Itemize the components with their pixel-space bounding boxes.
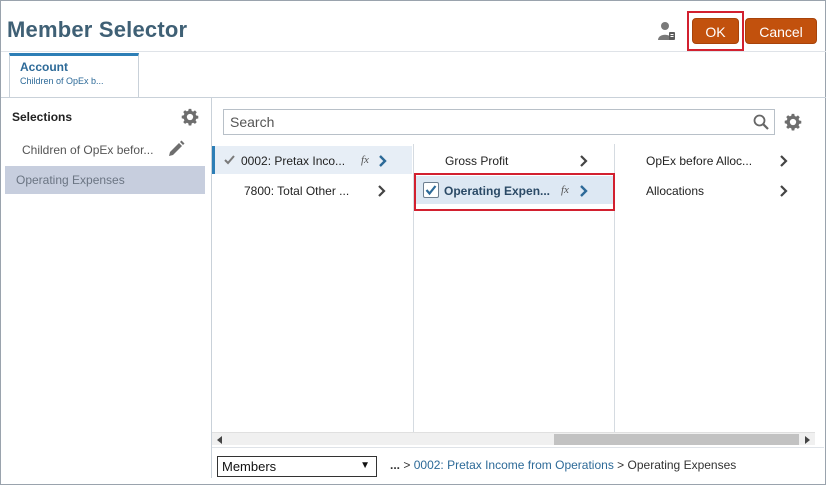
chevron-right-icon[interactable]: [377, 185, 387, 197]
member-label: OpEx before Alloc...: [646, 154, 753, 168]
member-label: Allocations: [646, 184, 705, 198]
gear-icon[interactable]: [181, 108, 199, 126]
breadcrumb-ellipsis[interactable]: ...: [390, 458, 400, 472]
tab-account[interactable]: Account Children of OpEx b...: [9, 53, 139, 97]
checkmark-icon: [224, 155, 235, 165]
member-label: 7800: Total Other ...: [244, 184, 350, 198]
selections-heading: Selections: [12, 110, 73, 124]
member-selector-dialog: Member Selector OK Cancel Account Childr…: [0, 0, 826, 485]
breadcrumb-separator: >: [617, 458, 625, 472]
selection-item[interactable]: Children of OpEx befor...: [22, 143, 153, 157]
member-row[interactable]: Allocations: [615, 176, 815, 204]
members-dropdown-value: Members: [222, 459, 277, 474]
scrollbar-thumb[interactable]: [554, 434, 799, 445]
breadcrumb-link[interactable]: 0002: Pretax Income from Operations: [414, 458, 614, 472]
horizontal-scrollbar[interactable]: [212, 432, 815, 445]
chevron-right-icon[interactable]: [779, 185, 789, 197]
footer-divider: [212, 447, 824, 448]
member-row[interactable]: Gross Profit: [413, 146, 614, 174]
breadcrumb: ... > 0002: Pretax Income from Operation…: [390, 458, 736, 472]
chevron-right-icon[interactable]: [378, 155, 388, 167]
tab-subtitle: Children of OpEx b...: [20, 76, 104, 86]
selections-panel: Selections Children of OpEx befor... Ope…: [5, 98, 211, 478]
cancel-button[interactable]: Cancel: [745, 18, 817, 44]
member-label: Gross Profit: [445, 154, 509, 168]
breadcrumb-current: Operating Expenses: [627, 458, 737, 472]
selection-highlight-box: [414, 173, 615, 211]
search-icon[interactable]: [753, 114, 769, 130]
member-label: 0002: Pretax Inco...: [241, 154, 346, 168]
members-dropdown[interactable]: Members ▼: [217, 456, 377, 477]
member-column: OpEx before Alloc... Allocations: [615, 144, 815, 432]
selection-item-active[interactable]: Operating Expenses: [5, 166, 205, 194]
member-column: 0002: Pretax Inco... fx 7800: Total Othe…: [212, 144, 412, 432]
search-box: [223, 109, 775, 135]
member-row[interactable]: OpEx before Alloc...: [615, 146, 815, 174]
ok-button[interactable]: OK: [692, 18, 739, 44]
dialog-title: Member Selector: [7, 17, 188, 42]
gear-icon[interactable]: [784, 113, 802, 131]
formula-icon: fx: [361, 154, 369, 166]
tab-title: Account: [20, 60, 68, 74]
pencil-icon[interactable]: [167, 140, 185, 158]
scroll-right-icon[interactable]: [804, 436, 810, 444]
member-row[interactable]: 0002: Pretax Inco... fx: [212, 146, 412, 174]
scroll-left-icon[interactable]: [217, 436, 223, 444]
user-info-icon[interactable]: [658, 21, 676, 41]
chevron-right-icon[interactable]: [579, 155, 589, 167]
member-row[interactable]: 7800: Total Other ...: [212, 176, 412, 204]
breadcrumb-separator: >: [403, 458, 411, 472]
caret-down-icon: ▼: [360, 460, 370, 471]
search-input[interactable]: [224, 110, 744, 134]
header-divider: [1, 51, 826, 52]
chevron-right-icon[interactable]: [779, 155, 789, 167]
